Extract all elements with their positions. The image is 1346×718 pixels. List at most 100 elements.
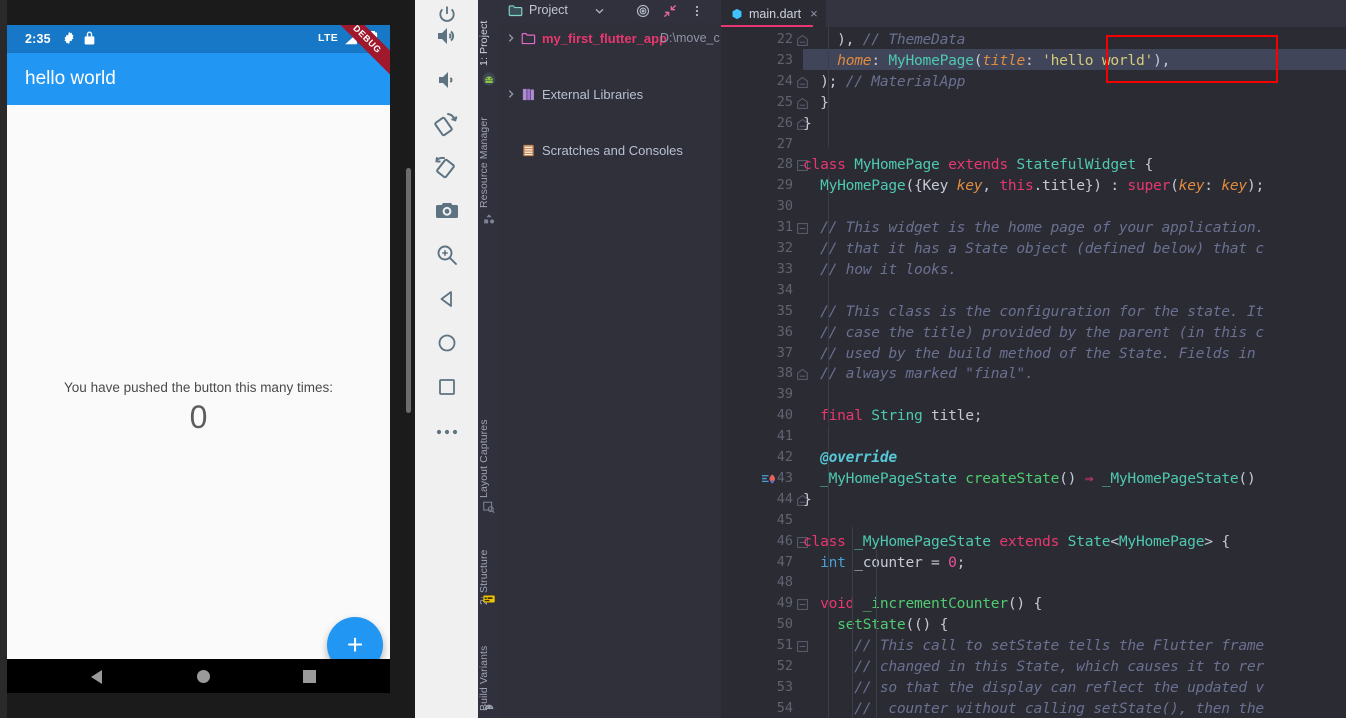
debug-banner: DEBUG (322, 25, 390, 85)
volume-down-icon[interactable] (415, 58, 478, 102)
code-token: // This call to setState tells the Flutt… (803, 637, 1264, 655)
line-number: 54 (776, 699, 793, 716)
code-token: // This widget is the home page of your … (803, 219, 1264, 237)
code-token: extends (990, 532, 1068, 550)
options-menu-icon[interactable] (690, 4, 704, 18)
code-token: // used by the build method of the State… (803, 344, 1256, 362)
emulator-scrollbar[interactable] (406, 168, 411, 413)
code-content[interactable]: ), // ThemeData home: MyHomePage(title: … (803, 27, 1346, 718)
line-number-gutter[interactable]: 22 23 24 25 26 27 28 29 30 31 32 33 34 35 36 37 38 39 40 41… (721, 27, 808, 718)
nav-recents-icon[interactable] (303, 670, 316, 683)
code-token: MyHomePage (820, 177, 906, 195)
line-number: 34 (776, 281, 793, 298)
code-token: class (803, 156, 855, 174)
code-token: ⇒ (1084, 469, 1094, 487)
code-token: createState (965, 469, 1060, 487)
code-token: ; (956, 553, 966, 571)
code-line: void _incrementCounter() { (803, 595, 1042, 612)
flutter-app-body: You have pushed the button this many tim… (7, 105, 390, 673)
override-marker-icon[interactable] (761, 473, 776, 486)
code-line: // This call to setState tells the Flutt… (803, 637, 1264, 654)
locate-target-icon[interactable] (636, 4, 650, 18)
line-number: 48 (776, 574, 793, 591)
project-tree: my_first_flutter_app D:\move_c External … (500, 24, 721, 158)
code-line: class _MyHomePageState extends State<MyH… (803, 533, 1230, 550)
nav-back-icon[interactable] (91, 670, 102, 684)
code-line: // how it looks. (803, 261, 957, 278)
rotate-left-icon[interactable] (415, 102, 478, 146)
code-line: } (803, 491, 812, 508)
android-studio-window: 1: Project Resource Manager Layout Captu… (478, 0, 1346, 718)
code-line: // used by the build method of the State… (803, 344, 1256, 362)
code-token: : (1025, 51, 1043, 69)
sidebar-item-layout-captures[interactable]: Layout Captures (478, 398, 500, 498)
tree-node-project-root[interactable]: my_first_flutter_app D:\move_c (500, 24, 721, 52)
counter-value: 0 (189, 399, 208, 435)
line-number: 53 (776, 678, 793, 695)
chevron-down-icon[interactable] (595, 8, 604, 14)
code-token: StatefulWidget (1016, 156, 1136, 174)
back-icon[interactable] (415, 277, 478, 321)
code-token: // changed in this State, which causes i… (803, 658, 1264, 675)
code-token: ), (803, 31, 863, 48)
code-token: < (1110, 532, 1119, 550)
code-token: } (803, 93, 829, 111)
tool-window-stripe: 1: Project Resource Manager Layout Captu… (478, 0, 501, 718)
code-token: int (820, 553, 846, 571)
more-icon[interactable] (415, 410, 478, 454)
dart-file-icon (732, 8, 742, 19)
sidebar-item-project[interactable]: 1: Project (478, 4, 500, 66)
code-token: // MaterialApp (845, 72, 966, 90)
line-number: 26 (776, 114, 793, 131)
home-icon[interactable] (415, 321, 478, 365)
lock-icon (84, 31, 95, 45)
volume-up-icon[interactable] (415, 14, 478, 58)
code-token: } (803, 490, 812, 508)
zoom-icon[interactable] (415, 233, 478, 277)
screenshot-camera-icon[interactable] (415, 189, 478, 233)
code-token: 0 (948, 553, 957, 571)
tab-main-dart[interactable]: main.dart × (721, 0, 826, 27)
code-token: @override (820, 449, 897, 466)
tree-node-external-libraries[interactable]: External Libraries (500, 80, 721, 108)
layout-captures-icon (483, 501, 495, 514)
folder-icon (521, 32, 536, 44)
annotation-red-box (1106, 35, 1278, 83)
chevron-right-icon[interactable] (506, 89, 516, 99)
chevron-right-icon[interactable] (506, 33, 516, 43)
code-token: key (1221, 177, 1247, 195)
nav-home-icon[interactable] (197, 670, 210, 683)
emulator-screen[interactable]: 2:35 LTE hello world DEBUG You have push… (7, 25, 390, 693)
tree-node-scratches[interactable]: Scratches and Consoles (500, 136, 721, 164)
line-number: 50 (776, 616, 793, 633)
sidebar-item-build-variants[interactable]: Build Variants (478, 625, 500, 711)
sidebar-item-resource-manager[interactable]: Resource Manager (478, 96, 500, 208)
collapse-all-icon[interactable] (663, 4, 677, 18)
line-number: 24 (776, 72, 793, 89)
android-navigation-bar (7, 659, 390, 693)
line-number: 52 (776, 658, 793, 674)
line-number: 44 (776, 490, 793, 507)
code-token: this (999, 177, 1034, 195)
code-line: // case the title) provided by the paren… (803, 324, 1264, 341)
editor-area: main.dart × 22 23 24 25 26 27 28 29 30 31 32 33 34 35… (721, 0, 1346, 718)
screen-root: 2:35 LTE hello world DEBUG You have push… (0, 0, 1346, 718)
code-token: String (871, 407, 923, 425)
close-icon[interactable]: × (810, 7, 818, 20)
project-panel-title: Project (529, 3, 568, 17)
code-token: extends (939, 156, 1017, 174)
code-token: _MyHomePageState (854, 532, 991, 550)
indent-guide (828, 425, 829, 718)
line-number: 39 (776, 386, 793, 403)
android-robot-icon (482, 72, 496, 86)
code-editor[interactable]: 22 23 24 25 26 27 28 29 30 31 32 33 34 35 36 37 38 39 40 41… (721, 27, 1346, 718)
external-libraries-label: External Libraries (542, 86, 644, 102)
line-number: 46 (776, 532, 793, 549)
code-line: // always marked "final". (803, 365, 1034, 382)
rotate-right-icon[interactable] (415, 146, 478, 190)
overview-icon[interactable] (415, 365, 478, 409)
code-token: MyHomePage (1118, 532, 1205, 550)
indent-guide (852, 527, 853, 718)
